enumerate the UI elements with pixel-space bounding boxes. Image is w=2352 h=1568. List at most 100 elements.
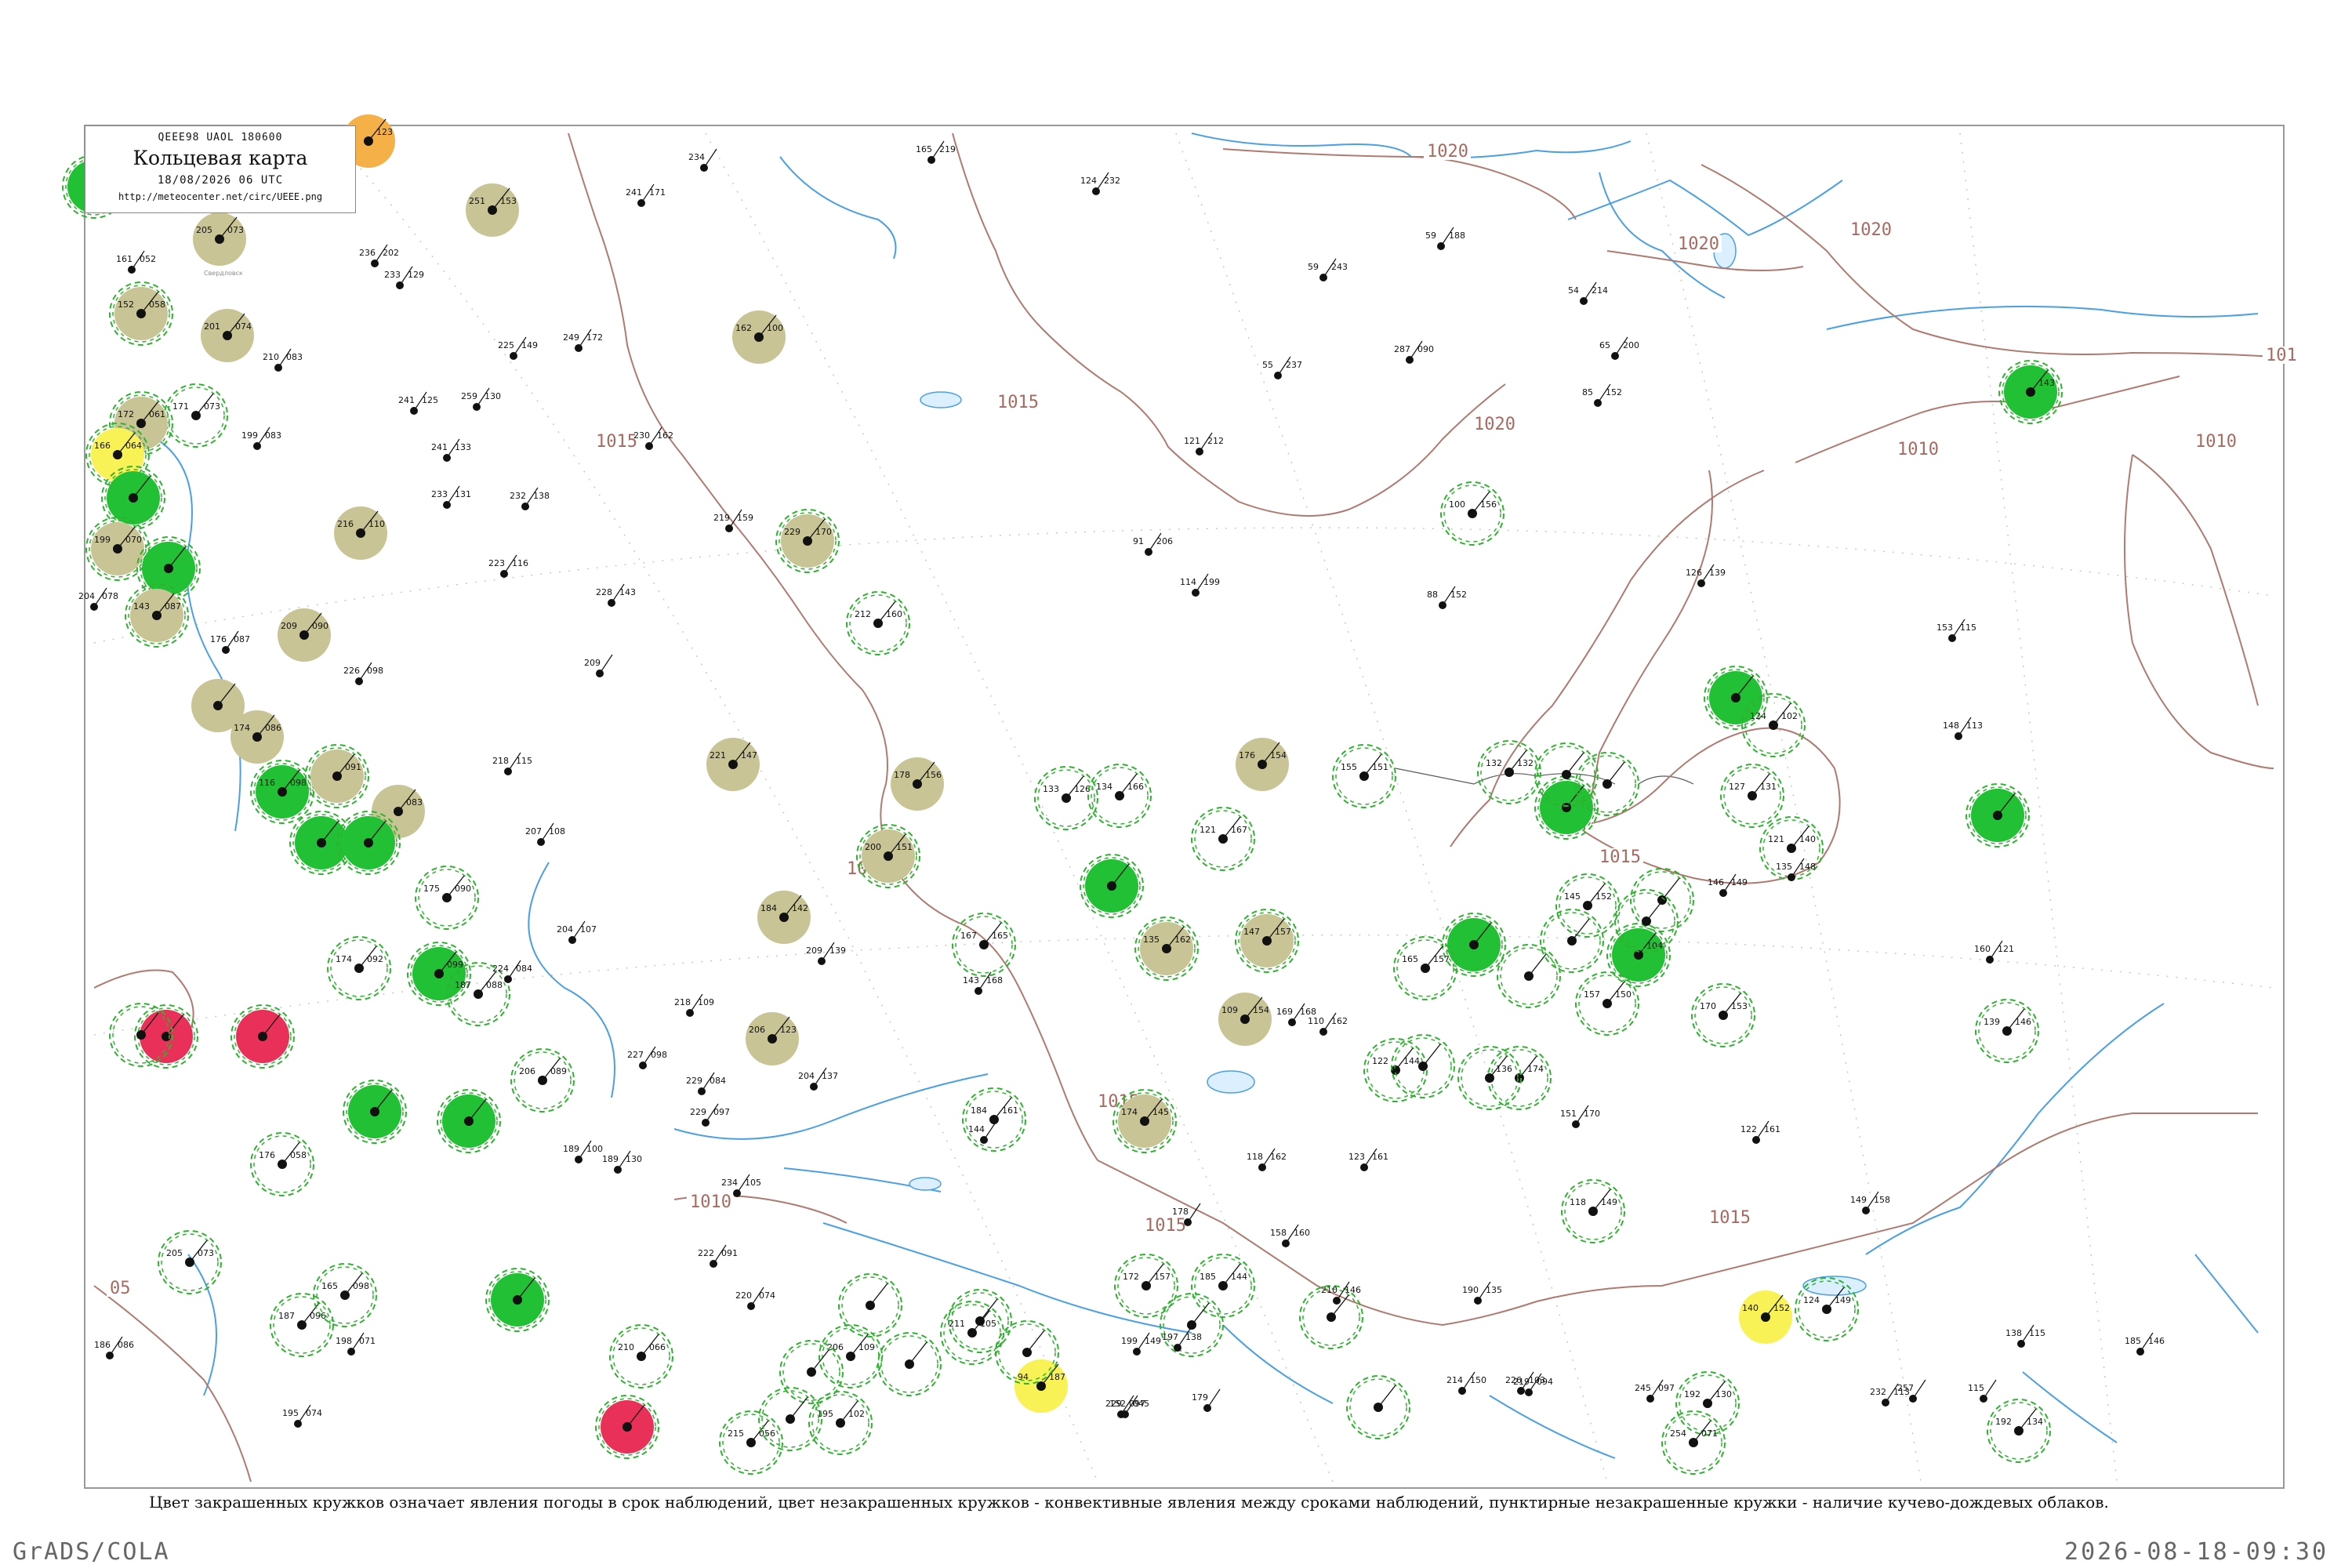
weather-station-plain[interactable]: 138 115	[2005, 1324, 2045, 1348]
weather-station[interactable]: 132 132	[1477, 740, 1541, 804]
weather-station-plain[interactable]: 232 138	[510, 487, 550, 510]
weather-station[interactable]	[1160, 1293, 1224, 1357]
weather-station-plain[interactable]: 121 212	[1184, 432, 1224, 456]
weather-station[interactable]: 175 090	[415, 866, 479, 930]
weather-station[interactable]: 185 144	[1191, 1254, 1255, 1318]
weather-station[interactable]: 157 150	[1575, 971, 1639, 1036]
weather-station-plain[interactable]: 185 146	[2125, 1332, 2165, 1356]
weather-station[interactable]: 167 165	[952, 913, 1016, 977]
weather-station-plain[interactable]: 123 161	[1348, 1148, 1388, 1171]
weather-station[interactable]: 140 152	[1739, 1290, 1792, 1344]
weather-station-plain[interactable]: 55 237	[1262, 356, 1302, 379]
weather-station-plain[interactable]: 218 115	[492, 752, 532, 775]
weather-station-plain[interactable]: 186 086	[94, 1336, 134, 1359]
weather-station-plain[interactable]: 91 206	[1133, 532, 1173, 556]
weather-station[interactable]: 145 152	[1555, 873, 1620, 938]
weather-station[interactable]: 109 154	[1218, 993, 1272, 1046]
weather-station-plain[interactable]: 198 071	[336, 1332, 376, 1356]
weather-station-plain[interactable]: 88 152	[1427, 586, 1467, 609]
weather-station[interactable]	[1534, 775, 1599, 840]
weather-station[interactable]	[230, 1004, 295, 1069]
weather-station[interactable]	[758, 1387, 822, 1451]
weather-station-plain[interactable]: 241 125	[398, 391, 438, 415]
weather-station-plain[interactable]: 226 098	[343, 662, 383, 685]
weather-station-plain[interactable]: 110 162	[1308, 1012, 1348, 1036]
weather-station-plain[interactable]: 126 139	[1686, 564, 1726, 587]
weather-station-plain[interactable]: 179	[1192, 1388, 1221, 1412]
weather-station[interactable]: 176 154	[1236, 738, 1289, 791]
weather-station-plain[interactable]: 259 130	[461, 387, 501, 411]
weather-station[interactable]: 135 162	[1134, 916, 1199, 981]
weather-station[interactable]: 205 073 Свердловск	[193, 212, 246, 277]
weather-station-plain[interactable]: 229 097	[690, 1103, 730, 1127]
weather-station[interactable]: 155 151	[1332, 744, 1396, 808]
weather-station[interactable]: 162 100	[732, 310, 786, 364]
weather-station-plain[interactable]: 228 143	[596, 583, 636, 607]
weather-station[interactable]: 134 166	[1087, 764, 1152, 828]
weather-station-plain[interactable]: 118 162	[1247, 1148, 1287, 1171]
weather-station-plain[interactable]: 158 160	[1270, 1224, 1310, 1247]
weather-station[interactable]	[1497, 944, 1561, 1008]
weather-station[interactable]: 215 056	[719, 1410, 783, 1475]
weather-station[interactable]: 116 098	[250, 760, 314, 824]
weather-station[interactable]: 205 073	[158, 1230, 222, 1294]
weather-station-plain[interactable]: 149 158	[1850, 1191, 1890, 1214]
weather-station[interactable]: 178 156	[891, 757, 944, 811]
weather-station[interactable]	[343, 1080, 407, 1144]
weather-station[interactable]: 192 134	[1987, 1399, 2051, 1463]
weather-station[interactable]: 206 089	[510, 1048, 575, 1112]
weather-station[interactable]	[1299, 1285, 1363, 1349]
weather-station-plain[interactable]: 124 232	[1080, 172, 1120, 195]
weather-station[interactable]: 176 058	[250, 1132, 314, 1196]
weather-station-plain[interactable]: 223 116	[488, 554, 528, 578]
weather-station[interactable]: 147 157	[1235, 909, 1299, 973]
weather-station[interactable]	[1965, 783, 2030, 848]
weather-station[interactable]: 139 146	[1975, 999, 2039, 1063]
weather-station[interactable]: 201 074	[201, 309, 254, 362]
weather-station-plain[interactable]: 207 108	[525, 822, 565, 846]
weather-station-plain[interactable]: 115	[1968, 1379, 1997, 1403]
weather-station[interactable]: 172 157	[1114, 1254, 1178, 1318]
weather-station[interactable]	[595, 1395, 659, 1459]
weather-station[interactable]: 199 070	[85, 517, 150, 581]
weather-station-plain[interactable]: 54 214	[1568, 281, 1608, 305]
weather-station[interactable]: 251 153	[466, 183, 519, 237]
weather-station-plain[interactable]: 85 152	[1582, 383, 1622, 407]
weather-station-plain[interactable]: 210 083	[263, 348, 303, 372]
weather-station[interactable]: 152 058	[109, 281, 173, 346]
weather-station-plain[interactable]: 233 131	[431, 485, 471, 509]
weather-station[interactable]: 170 153	[1691, 983, 1755, 1047]
weather-station-plain[interactable]: 233 129	[384, 266, 424, 289]
weather-station-plain[interactable]: 214 150	[1446, 1371, 1486, 1395]
weather-station-plain[interactable]: 257	[1897, 1379, 1926, 1403]
weather-station[interactable]: 122 144	[1363, 1038, 1428, 1102]
weather-station[interactable]: 187 096	[270, 1293, 334, 1357]
weather-station[interactable]	[1442, 913, 1506, 977]
weather-station[interactable]: 174 086	[230, 710, 284, 764]
weather-station-plain[interactable]: 209 139	[806, 942, 846, 965]
weather-station-plain[interactable]: 148 113	[1943, 717, 1983, 740]
weather-station-plain[interactable]: 234	[688, 148, 717, 172]
weather-station-plain[interactable]: 209	[584, 654, 613, 677]
weather-station-plain[interactable]: 189 130	[602, 1150, 642, 1174]
weather-station-plain[interactable]: 146 149	[1708, 873, 1748, 897]
weather-station[interactable]: 143	[1998, 360, 2063, 424]
weather-station[interactable]	[101, 466, 165, 530]
weather-station-plain[interactable]: 287 090	[1394, 340, 1434, 364]
weather-station[interactable]: 165 157	[1393, 936, 1457, 1000]
weather-station-plain[interactable]: 199 149	[1121, 1332, 1161, 1356]
weather-station[interactable]: 209 090	[278, 608, 331, 662]
weather-station-plain[interactable]: 249 172	[563, 328, 603, 352]
weather-station[interactable]: 195 102	[808, 1391, 873, 1455]
weather-station-plain[interactable]: 65 200	[1599, 336, 1639, 360]
weather-station[interactable]	[779, 1340, 844, 1404]
weather-station[interactable]	[485, 1268, 550, 1332]
weather-station[interactable]: 206 109	[818, 1324, 883, 1388]
weather-station[interactable]	[1457, 1046, 1522, 1110]
weather-station-plain[interactable]: 153 115	[1936, 619, 1976, 642]
weather-station[interactable]	[1630, 868, 1694, 932]
weather-station-plain[interactable]: 220 074	[735, 1287, 775, 1310]
weather-station[interactable]: 254 071	[1661, 1410, 1726, 1475]
weather-station[interactable]: 212 160	[846, 591, 910, 655]
weather-station[interactable]: 171 073	[164, 383, 228, 448]
